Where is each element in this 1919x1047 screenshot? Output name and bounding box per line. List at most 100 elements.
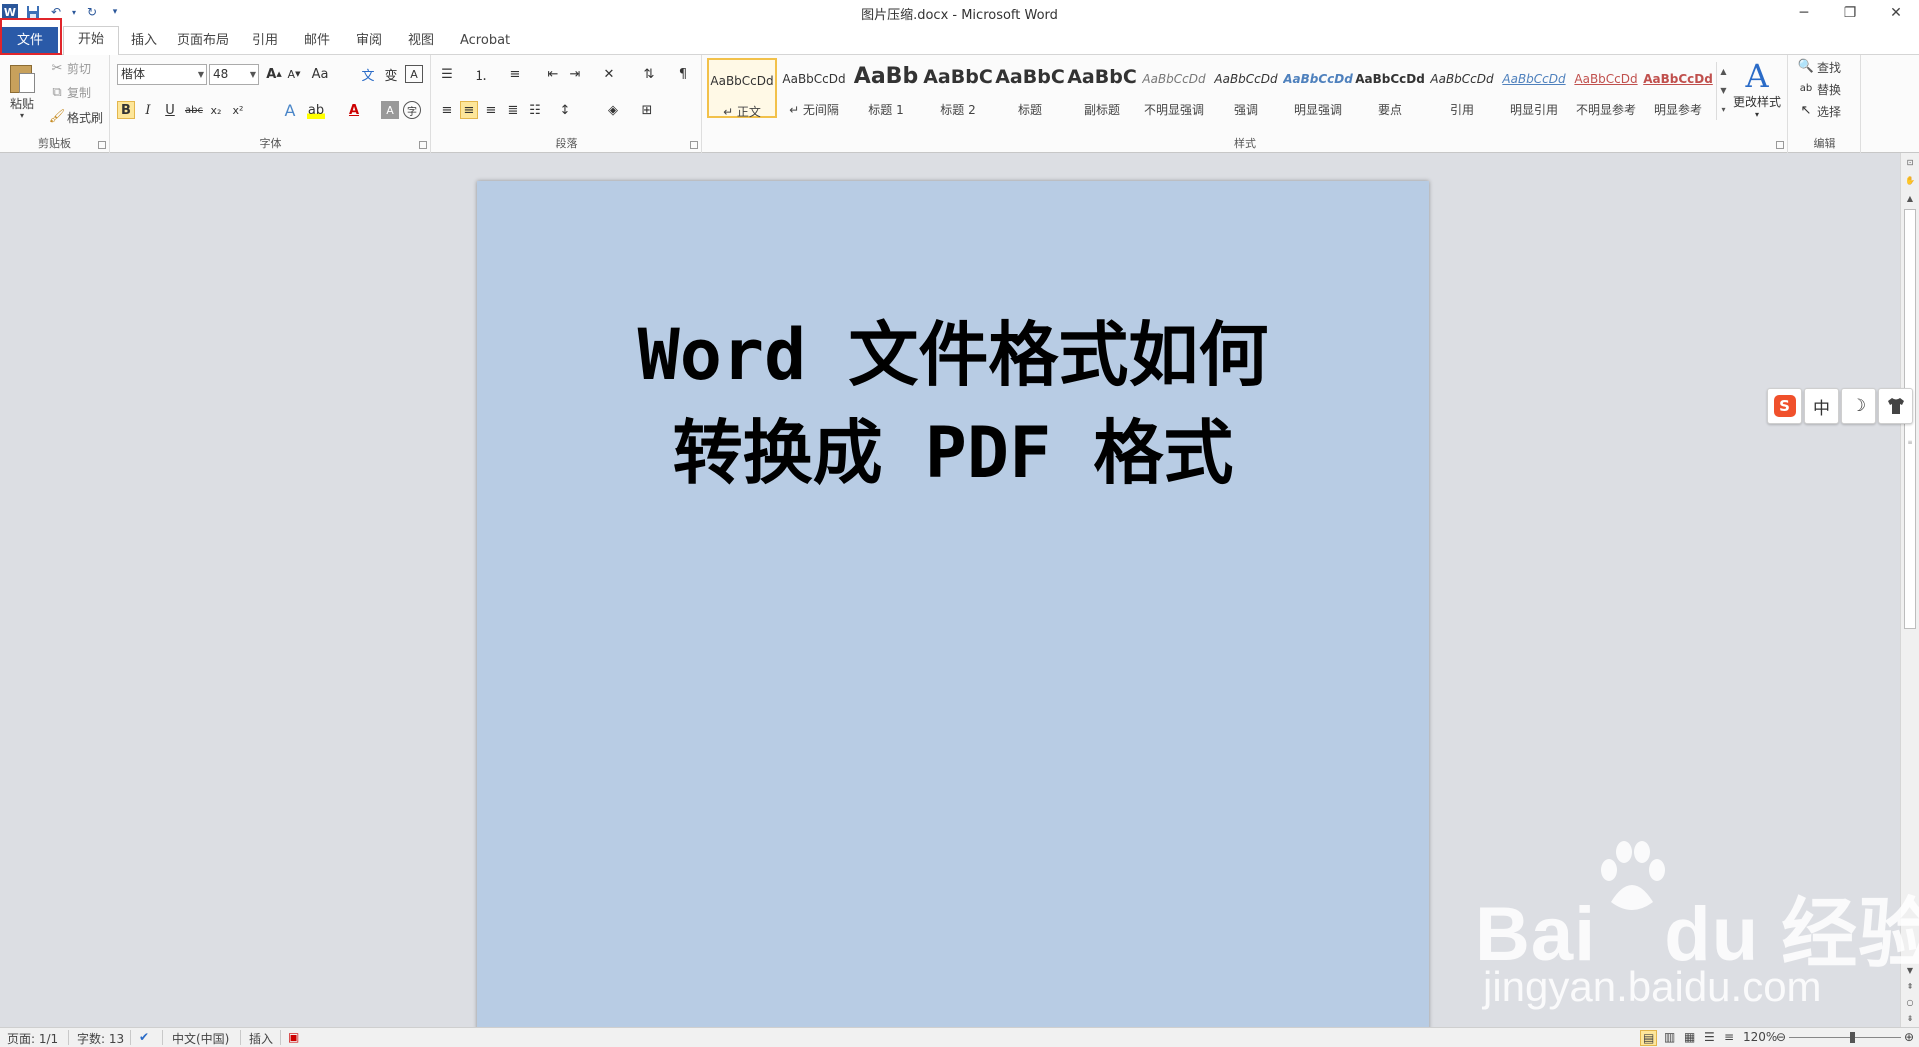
- gallery-down-icon[interactable]: ▼: [1717, 81, 1730, 100]
- scroll-up-icon[interactable]: ▲: [1901, 191, 1919, 207]
- gallery-up-icon[interactable]: ▲: [1717, 62, 1730, 81]
- tab-mailings[interactable]: 邮件: [290, 28, 344, 55]
- web-layout-icon[interactable]: ▦: [1684, 1030, 1695, 1044]
- justify-icon[interactable]: ≣: [504, 101, 522, 119]
- shrink-font-icon[interactable]: A ▼: [285, 65, 303, 83]
- highlight-color-icon[interactable]: ab: [307, 101, 325, 119]
- align-right-icon[interactable]: ≡: [482, 101, 500, 119]
- bullets-icon[interactable]: ☰: [438, 65, 456, 83]
- zoom-level[interactable]: 120%: [1743, 1030, 1777, 1044]
- tab-acrobat[interactable]: Acrobat: [446, 28, 524, 55]
- style-intense-reference[interactable]: AaBbCcDd 明显参考: [1643, 58, 1713, 118]
- cut-button[interactable]: 剪切: [67, 60, 91, 77]
- style-normal[interactable]: AaBbCcDd ↵ 正文: [707, 58, 777, 119]
- underline-button[interactable]: U: [161, 101, 179, 119]
- shirt-icon[interactable]: [1878, 388, 1913, 424]
- select-button[interactable]: 选择: [1817, 103, 1841, 120]
- phonetic-guide-icon[interactable]: 文: [359, 65, 377, 84]
- style-emphasis[interactable]: AaBbCcDd 强调: [1211, 58, 1281, 118]
- macro-record-icon[interactable]: ▣: [288, 1030, 299, 1044]
- style-no-spacing[interactable]: AaBbCcDd ↵ 无间隔: [779, 58, 849, 118]
- italic-button[interactable]: I: [139, 101, 157, 119]
- word-count[interactable]: 字数: 13: [77, 1030, 124, 1047]
- restore-button[interactable]: ❐: [1827, 0, 1873, 25]
- borders-icon[interactable]: ⊞: [638, 101, 656, 119]
- ime-logo-button[interactable]: S: [1767, 388, 1802, 424]
- styles-launcher-icon[interactable]: [1776, 141, 1784, 149]
- strikethrough-button[interactable]: abc: [185, 101, 203, 119]
- zoom-slider-track[interactable]: [1789, 1037, 1901, 1038]
- style-quote[interactable]: AaBbCcDd 引用: [1427, 58, 1497, 118]
- show-marks-icon[interactable]: ¶: [674, 65, 692, 83]
- zoom-out-icon[interactable]: ⊖: [1776, 1030, 1786, 1044]
- tab-page-layout[interactable]: 页面布局: [163, 28, 243, 55]
- styles-gallery-scroll[interactable]: ▲ ▼ ▾: [1716, 62, 1730, 120]
- align-center-icon[interactable]: ≡: [460, 101, 478, 119]
- paste-dropdown-icon[interactable]: ▾: [20, 111, 24, 120]
- copy-button[interactable]: 复制: [67, 84, 91, 101]
- increase-indent-icon[interactable]: ⇥: [566, 65, 584, 83]
- text-effects-icon[interactable]: A: [281, 101, 299, 120]
- draft-view-icon[interactable]: ≡: [1724, 1030, 1734, 1044]
- zoom-slider-thumb[interactable]: [1850, 1032, 1855, 1043]
- font-launcher-icon[interactable]: [419, 141, 427, 149]
- style-heading-1[interactable]: AaBb 标题 1: [851, 58, 921, 118]
- pan-icon[interactable]: ✋: [1901, 173, 1919, 189]
- style-subtle-emphasis[interactable]: AaBbCcDd 不明显强调: [1139, 58, 1209, 118]
- style-intense-quote[interactable]: AaBbCcDd 明显引用: [1499, 58, 1569, 118]
- format-painter-button[interactable]: 格式刷: [67, 109, 103, 126]
- font-size-select[interactable]: 48 ▼: [209, 64, 259, 85]
- find-button[interactable]: 查找: [1817, 59, 1841, 76]
- ruler-toggle-icon[interactable]: ⊡: [1901, 155, 1919, 171]
- font-color-icon[interactable]: A: [345, 101, 363, 119]
- grow-font-icon[interactable]: A ▲: [265, 65, 283, 83]
- character-shading-icon[interactable]: A: [381, 101, 399, 119]
- decrease-indent-icon[interactable]: ⇤: [544, 65, 562, 83]
- outline-view-icon[interactable]: ☰: [1704, 1030, 1715, 1044]
- tab-home[interactable]: 开始: [63, 26, 120, 55]
- subscript-button[interactable]: x₂: [207, 101, 225, 119]
- multilevel-list-icon[interactable]: ≡: [506, 65, 524, 83]
- gallery-more-icon[interactable]: ▾: [1717, 100, 1730, 119]
- tab-view[interactable]: 视图: [394, 28, 448, 55]
- sort-icon[interactable]: ⇅: [640, 65, 658, 83]
- style-subtle-reference[interactable]: AaBbCcDd 不明显参考: [1571, 58, 1641, 118]
- minimize-button[interactable]: ─: [1781, 0, 1827, 25]
- style-subtitle[interactable]: AaBbC 副标题: [1067, 58, 1137, 118]
- numbering-icon[interactable]: ⒈: [472, 65, 490, 84]
- zoom-in-icon[interactable]: ⊕: [1904, 1030, 1914, 1044]
- character-border-icon[interactable]: A: [405, 65, 423, 83]
- paste-icon[interactable]: [10, 61, 36, 95]
- line-spacing-icon[interactable]: ↕: [556, 101, 574, 119]
- ime-mode-button[interactable]: 中: [1804, 388, 1839, 424]
- style-heading-2[interactable]: AaBbC 标题 2: [923, 58, 993, 118]
- align-left-icon[interactable]: ≡: [438, 101, 456, 119]
- language-indicator[interactable]: 中文(中国): [172, 1030, 229, 1047]
- full-screen-reading-icon[interactable]: ▥: [1664, 1030, 1675, 1044]
- page-count[interactable]: 页面: 1/1: [7, 1030, 58, 1047]
- insert-mode-indicator[interactable]: 插入: [249, 1030, 273, 1047]
- print-layout-view-icon[interactable]: ▤: [1640, 1030, 1658, 1046]
- superscript-button[interactable]: x²: [229, 101, 247, 119]
- chinese-layout-icon[interactable]: ✕: [600, 65, 618, 83]
- proofing-icon[interactable]: ✔: [139, 1030, 149, 1044]
- style-strong[interactable]: AaBbCcDd 要点: [1355, 58, 1425, 118]
- enclose-characters-icon[interactable]: 字: [403, 101, 421, 119]
- shading-icon[interactable]: ◈: [604, 101, 622, 119]
- distributed-icon[interactable]: ☷: [526, 101, 544, 119]
- font-family-select[interactable]: 楷体 ▼: [117, 64, 207, 85]
- moon-icon[interactable]: ☽: [1841, 388, 1876, 424]
- tab-review[interactable]: 审阅: [342, 28, 396, 55]
- next-page-icon[interactable]: ⇟: [1901, 1011, 1919, 1027]
- paragraph-launcher-icon[interactable]: [690, 141, 698, 149]
- bold-button[interactable]: B: [117, 101, 135, 119]
- change-styles-button[interactable]: A 更改样式 ▾: [1731, 59, 1783, 139]
- document-page[interactable]: Word 文件格式如何 转换成 PDF 格式: [477, 181, 1429, 1031]
- paste-button[interactable]: 粘贴: [10, 95, 34, 112]
- clear-format-icon[interactable]: 变: [382, 65, 400, 84]
- tab-references[interactable]: 引用: [238, 28, 292, 55]
- change-case-icon[interactable]: Aa: [311, 65, 329, 83]
- close-button[interactable]: ✕: [1873, 0, 1919, 25]
- style-title[interactable]: AaBbC 标题: [995, 58, 1065, 118]
- clipboard-launcher-icon[interactable]: [98, 141, 106, 149]
